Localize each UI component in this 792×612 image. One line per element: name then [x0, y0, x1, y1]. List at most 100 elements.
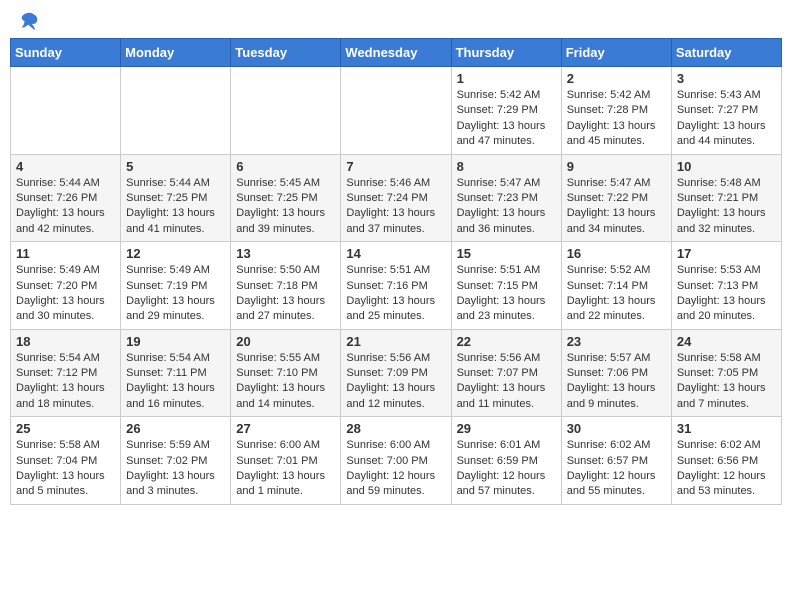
- day-cell-22: 22 Sunrise: 5:56 AMSunset: 7:07 PMDayligh…: [451, 329, 561, 417]
- day-cell-20: 20Sunrise: 5:55 AMSunset: 7:10 PMDayligh…: [231, 329, 341, 417]
- sunset-text: Sunset: 6:56 PM: [677, 454, 776, 469]
- sunrise-text: Sunrise: 6:00 AM: [236, 438, 335, 453]
- day-info: Sunrise: 5:48 AMSunset: 7:21 PMDaylight:…: [677, 176, 776, 238]
- sunset-text: Sunset: 6:59 PM: [457, 454, 556, 469]
- sunset-text: Sunset: 7:20 PM: [16, 279, 115, 294]
- day-info: Sunrise: 5:55 AMSunset: 7:10 PMDaylight:…: [236, 351, 335, 413]
- page-header: [10, 10, 782, 32]
- sunset-text: Sunset: 7:10 PM: [236, 366, 335, 381]
- sunset-text: Sunset: 7:04 PM: [16, 454, 115, 469]
- daylight-text: Daylight: 13 hours and 3 minutes.: [126, 469, 225, 500]
- day-cell-15: 15 Sunrise: 5:51 AMSunset: 7:15 PMDayligh…: [451, 242, 561, 330]
- day-cell-23: 23Sunrise: 5:57 AMSunset: 7:06 PMDayligh…: [561, 329, 671, 417]
- day-info: Sunrise: 5:58 AMSunset: 7:05 PMDaylight:…: [677, 351, 776, 413]
- day-number: 2: [567, 71, 666, 86]
- day-number: 24: [677, 334, 776, 349]
- day-info: Sunrise: 6:00 AMSunset: 7:00 PMDaylight:…: [346, 438, 445, 500]
- weekday-header-row: SundayMondayTuesdayWednesdayThursdayFrid…: [11, 39, 782, 67]
- day-cell-2: 2Sunrise: 5:42 AMSunset: 7:28 PMDaylight…: [561, 67, 671, 155]
- daylight-text: Daylight: 13 hours and 30 minutes.: [16, 294, 115, 325]
- day-info: Sunrise: 5:51 AMSunset: 7:15 PMDaylight:…: [457, 263, 556, 325]
- day-number: 4: [16, 159, 115, 174]
- daylight-text: Daylight: 13 hours and 39 minutes.: [236, 206, 335, 237]
- sunrise-text: Sunrise: 5:56 AM: [346, 351, 445, 366]
- daylight-text: Daylight: 12 hours and 57 minutes.: [457, 469, 556, 500]
- day-cell-13: 13Sunrise: 5:50 AMSunset: 7:18 PMDayligh…: [231, 242, 341, 330]
- daylight-text: Daylight: 13 hours and 1 minute.: [236, 469, 335, 500]
- sunrise-text: Sunrise: 5:52 AM: [567, 263, 666, 278]
- day-number: 22: [457, 334, 556, 349]
- sunrise-text: Sunrise: 5:54 AM: [126, 351, 225, 366]
- daylight-text: Daylight: 13 hours and 11 minutes.: [457, 381, 556, 412]
- sunrise-text: Sunrise: 5:43 AM: [677, 88, 776, 103]
- day-info: Sunrise: 5:54 AMSunset: 7:12 PMDaylight:…: [16, 351, 115, 413]
- sunrise-text: Sunrise: 5:56 AM: [457, 351, 556, 366]
- sunset-text: Sunset: 7:12 PM: [16, 366, 115, 381]
- weekday-header-monday: Monday: [121, 39, 231, 67]
- day-number: 14: [346, 246, 445, 261]
- sunrise-text: Sunrise: 5:45 AM: [236, 176, 335, 191]
- day-number: 26: [126, 421, 225, 436]
- day-number: 29: [457, 421, 556, 436]
- day-number: 5: [126, 159, 225, 174]
- day-number: 25: [16, 421, 115, 436]
- calendar-table: SundayMondayTuesdayWednesdayThursdayFrid…: [10, 38, 782, 505]
- day-number: 27: [236, 421, 335, 436]
- day-cell-10: 10 Sunrise: 5:48 AMSunset: 7:21 PMDayligh…: [671, 154, 781, 242]
- day-info: Sunrise: 5:44 AMSunset: 7:26 PMDaylight:…: [16, 176, 115, 238]
- sunset-text: Sunset: 7:00 PM: [346, 454, 445, 469]
- day-cell-27: 27Sunrise: 6:00 AMSunset: 7:01 PMDayligh…: [231, 417, 341, 505]
- sunrise-text: Sunrise: 5:58 AM: [16, 438, 115, 453]
- day-info: Sunrise: 5:56 AMSunset: 7:07 PMDaylight:…: [457, 351, 556, 413]
- daylight-text: Daylight: 13 hours and 12 minutes.: [346, 381, 445, 412]
- daylight-text: Daylight: 12 hours and 59 minutes.: [346, 469, 445, 500]
- day-cell-17: 17Sunrise: 5:53 AMSunset: 7:13 PMDayligh…: [671, 242, 781, 330]
- daylight-text: Daylight: 13 hours and 20 minutes.: [677, 294, 776, 325]
- day-cell-8: 8Sunrise: 5:47 AMSunset: 7:23 PMDaylight…: [451, 154, 561, 242]
- day-cell-24: 24 Sunrise: 5:58 AMSunset: 7:05 PMDayligh…: [671, 329, 781, 417]
- sunset-text: Sunset: 7:28 PM: [567, 103, 666, 118]
- day-info: Sunrise: 5:58 AMSunset: 7:04 PMDaylight:…: [16, 438, 115, 500]
- day-cell-25: 25 Sunrise: 5:58 AMSunset: 7:04 PMDayligh…: [11, 417, 121, 505]
- sunset-text: Sunset: 7:05 PM: [677, 366, 776, 381]
- day-number: 10: [677, 159, 776, 174]
- sunset-text: Sunset: 7:23 PM: [457, 191, 556, 206]
- daylight-text: Daylight: 12 hours and 55 minutes.: [567, 469, 666, 500]
- week-row-3: 11Sunrise: 5:49 AMSunset: 7:20 PMDayligh…: [11, 242, 782, 330]
- weekday-header-tuesday: Tuesday: [231, 39, 341, 67]
- sunset-text: Sunset: 7:06 PM: [567, 366, 666, 381]
- daylight-text: Daylight: 13 hours and 47 minutes.: [457, 119, 556, 150]
- daylight-text: Daylight: 13 hours and 44 minutes.: [677, 119, 776, 150]
- sunrise-text: Sunrise: 5:58 AM: [677, 351, 776, 366]
- day-cell-empty-03: [341, 67, 451, 155]
- daylight-text: Daylight: 13 hours and 36 minutes.: [457, 206, 556, 237]
- day-cell-5: 5 Sunrise: 5:44 AMSunset: 7:25 PMDaylight…: [121, 154, 231, 242]
- day-cell-18: 18Sunrise: 5:54 AMSunset: 7:12 PMDayligh…: [11, 329, 121, 417]
- day-info: Sunrise: 5:43 AMSunset: 7:27 PMDaylight:…: [677, 88, 776, 150]
- day-number: 30: [567, 421, 666, 436]
- day-number: 12: [126, 246, 225, 261]
- day-number: 15: [457, 246, 556, 261]
- sunset-text: Sunset: 7:26 PM: [16, 191, 115, 206]
- day-info: Sunrise: 5:56 AMSunset: 7:09 PMDaylight:…: [346, 351, 445, 413]
- day-info: Sunrise: 5:49 AMSunset: 7:19 PMDaylight:…: [126, 263, 225, 325]
- sunrise-text: Sunrise: 5:48 AM: [677, 176, 776, 191]
- day-number: 13: [236, 246, 335, 261]
- weekday-header-saturday: Saturday: [671, 39, 781, 67]
- week-row-5: 25Sunrise: 5:58 AMSunset: 7:04 PMDayligh…: [11, 417, 782, 505]
- weekday-header-wednesday: Wednesday: [341, 39, 451, 67]
- sunset-text: Sunset: 7:29 PM: [457, 103, 556, 118]
- sunrise-text: Sunrise: 5:46 AM: [346, 176, 445, 191]
- sunrise-text: Sunrise: 5:49 AM: [16, 263, 115, 278]
- daylight-text: Daylight: 13 hours and 16 minutes.: [126, 381, 225, 412]
- daylight-text: Daylight: 13 hours and 27 minutes.: [236, 294, 335, 325]
- weekday-header-sunday: Sunday: [11, 39, 121, 67]
- day-info: Sunrise: 5:59 AMSunset: 7:02 PMDaylight:…: [126, 438, 225, 500]
- daylight-text: Daylight: 13 hours and 42 minutes.: [16, 206, 115, 237]
- daylight-text: Daylight: 13 hours and 32 minutes.: [677, 206, 776, 237]
- sunset-text: Sunset: 7:15 PM: [457, 279, 556, 294]
- day-info: Sunrise: 5:44 AMSunset: 7:25 PMDaylight:…: [126, 176, 225, 238]
- day-cell-1: 1Sunrise: 5:42 AMSunset: 7:29 PMDaylight…: [451, 67, 561, 155]
- day-info: Sunrise: 6:02 AMSunset: 6:56 PMDaylight:…: [677, 438, 776, 500]
- sunrise-text: Sunrise: 5:55 AM: [236, 351, 335, 366]
